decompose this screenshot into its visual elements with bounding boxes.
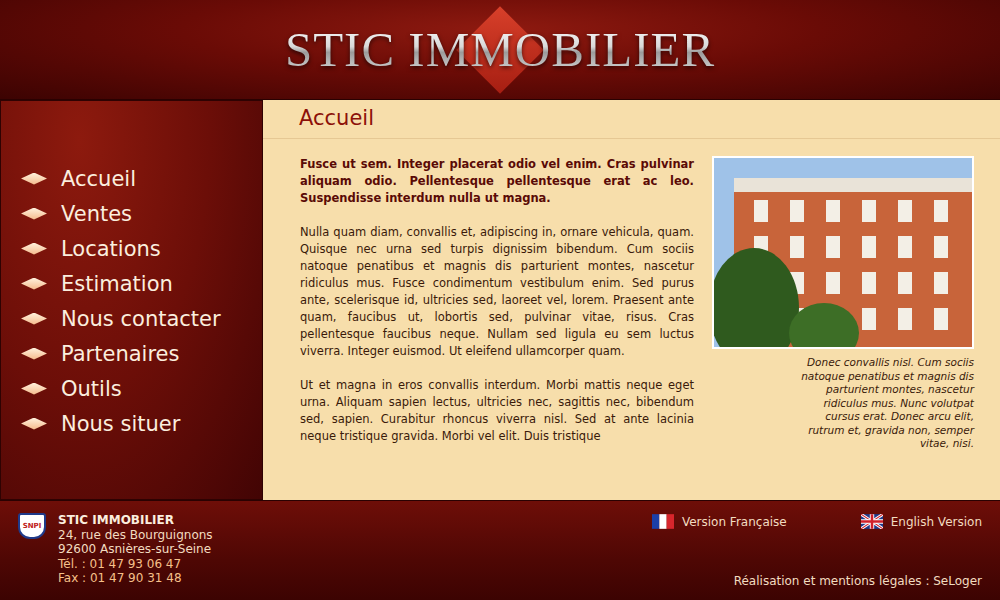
page-heading: Accueil (263, 100, 1000, 139)
sidebar-item[interactable]: Nous contacter (21, 301, 262, 336)
language-link[interactable]: English Version (861, 514, 982, 529)
diamond-icon (21, 243, 47, 255)
page: STIC IMMOBILIER Accueil Ventes Locations… (0, 0, 1000, 600)
building-photo (712, 156, 974, 349)
paragraph: Ut et magna in eros convallis interdum. … (300, 377, 694, 445)
main-area: Accueil Ventes Locations Estimation Nous… (0, 100, 1000, 500)
diamond-icon (21, 418, 47, 430)
footer: SNPI STIC IMMOBILIER 24, rue des Bourgui… (0, 500, 1000, 600)
photo-column: Donec convallis nisl. Cum sociis natoque… (712, 156, 974, 500)
diamond-icon (21, 173, 47, 185)
sidebar-item[interactable]: Outils (21, 371, 262, 406)
footer-links: Version Française English Version Réalis… (652, 513, 982, 588)
language-link[interactable]: Version Française (652, 514, 787, 529)
language-switch: Version Française English Version (652, 513, 982, 529)
contact-block: SNPI STIC IMMOBILIER 24, rue des Bourgui… (18, 513, 213, 588)
content-body: Fusce ut sem. Integer placerat odio vel … (263, 139, 1000, 500)
logo[interactable]: STIC IMMOBILIER (285, 21, 715, 78)
building-photo-icon (714, 158, 972, 347)
header: STIC IMMOBILIER (0, 0, 1000, 100)
credits-link[interactable]: Réalisation et mentions légales : SeLoge… (734, 574, 982, 588)
diamond-icon (21, 313, 47, 325)
sidebar: Accueil Ventes Locations Estimation Nous… (0, 100, 263, 500)
sidebar-item[interactable]: Partenaires (21, 336, 262, 371)
content: Accueil Fusce ut sem. Integer placerat o… (263, 100, 1000, 500)
sidebar-item[interactable]: Locations (21, 231, 262, 266)
diamond-icon (21, 348, 47, 360)
uk-flag-icon (861, 514, 883, 529)
snpi-badge-icon: SNPI (18, 513, 46, 539)
address: STIC IMMOBILIER 24, rue des Bourguignons… (58, 513, 213, 588)
diamond-icon (21, 278, 47, 290)
french-flag-icon (652, 514, 674, 529)
diamond-icon (21, 383, 47, 395)
sidebar-item[interactable]: Accueil (21, 161, 262, 196)
sidebar-item[interactable]: Ventes (21, 196, 262, 231)
article: Fusce ut sem. Integer placerat odio vel … (300, 156, 694, 500)
sidebar-item[interactable]: Estimation (21, 266, 262, 301)
page-title: Accueil (299, 106, 1000, 130)
site-title: STIC IMMOBILIER (285, 21, 715, 78)
sidebar-item[interactable]: Nous situer (21, 406, 262, 441)
photo-caption: Donec convallis nisl. Cum sociis natoque… (796, 356, 974, 451)
diamond-icon (21, 208, 47, 220)
paragraph: Nulla quam diam, convallis et, adipiscin… (300, 224, 694, 360)
lead-paragraph: Fusce ut sem. Integer placerat odio vel … (300, 156, 694, 207)
